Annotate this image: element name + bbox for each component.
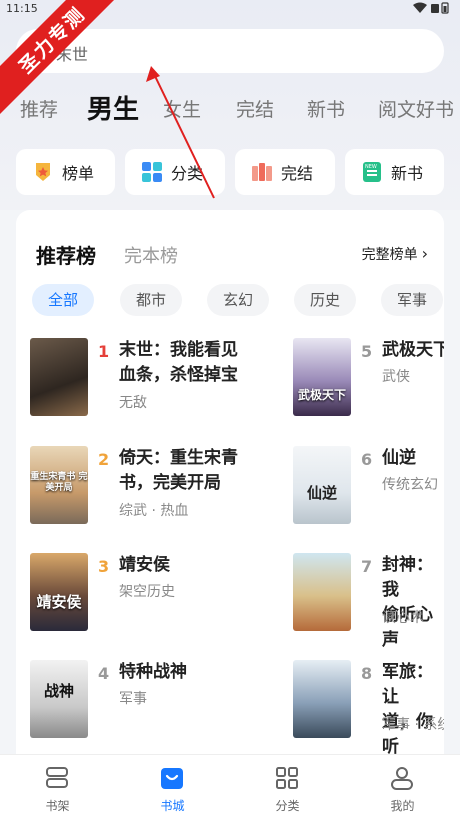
annotation-arrow xyxy=(146,66,215,199)
